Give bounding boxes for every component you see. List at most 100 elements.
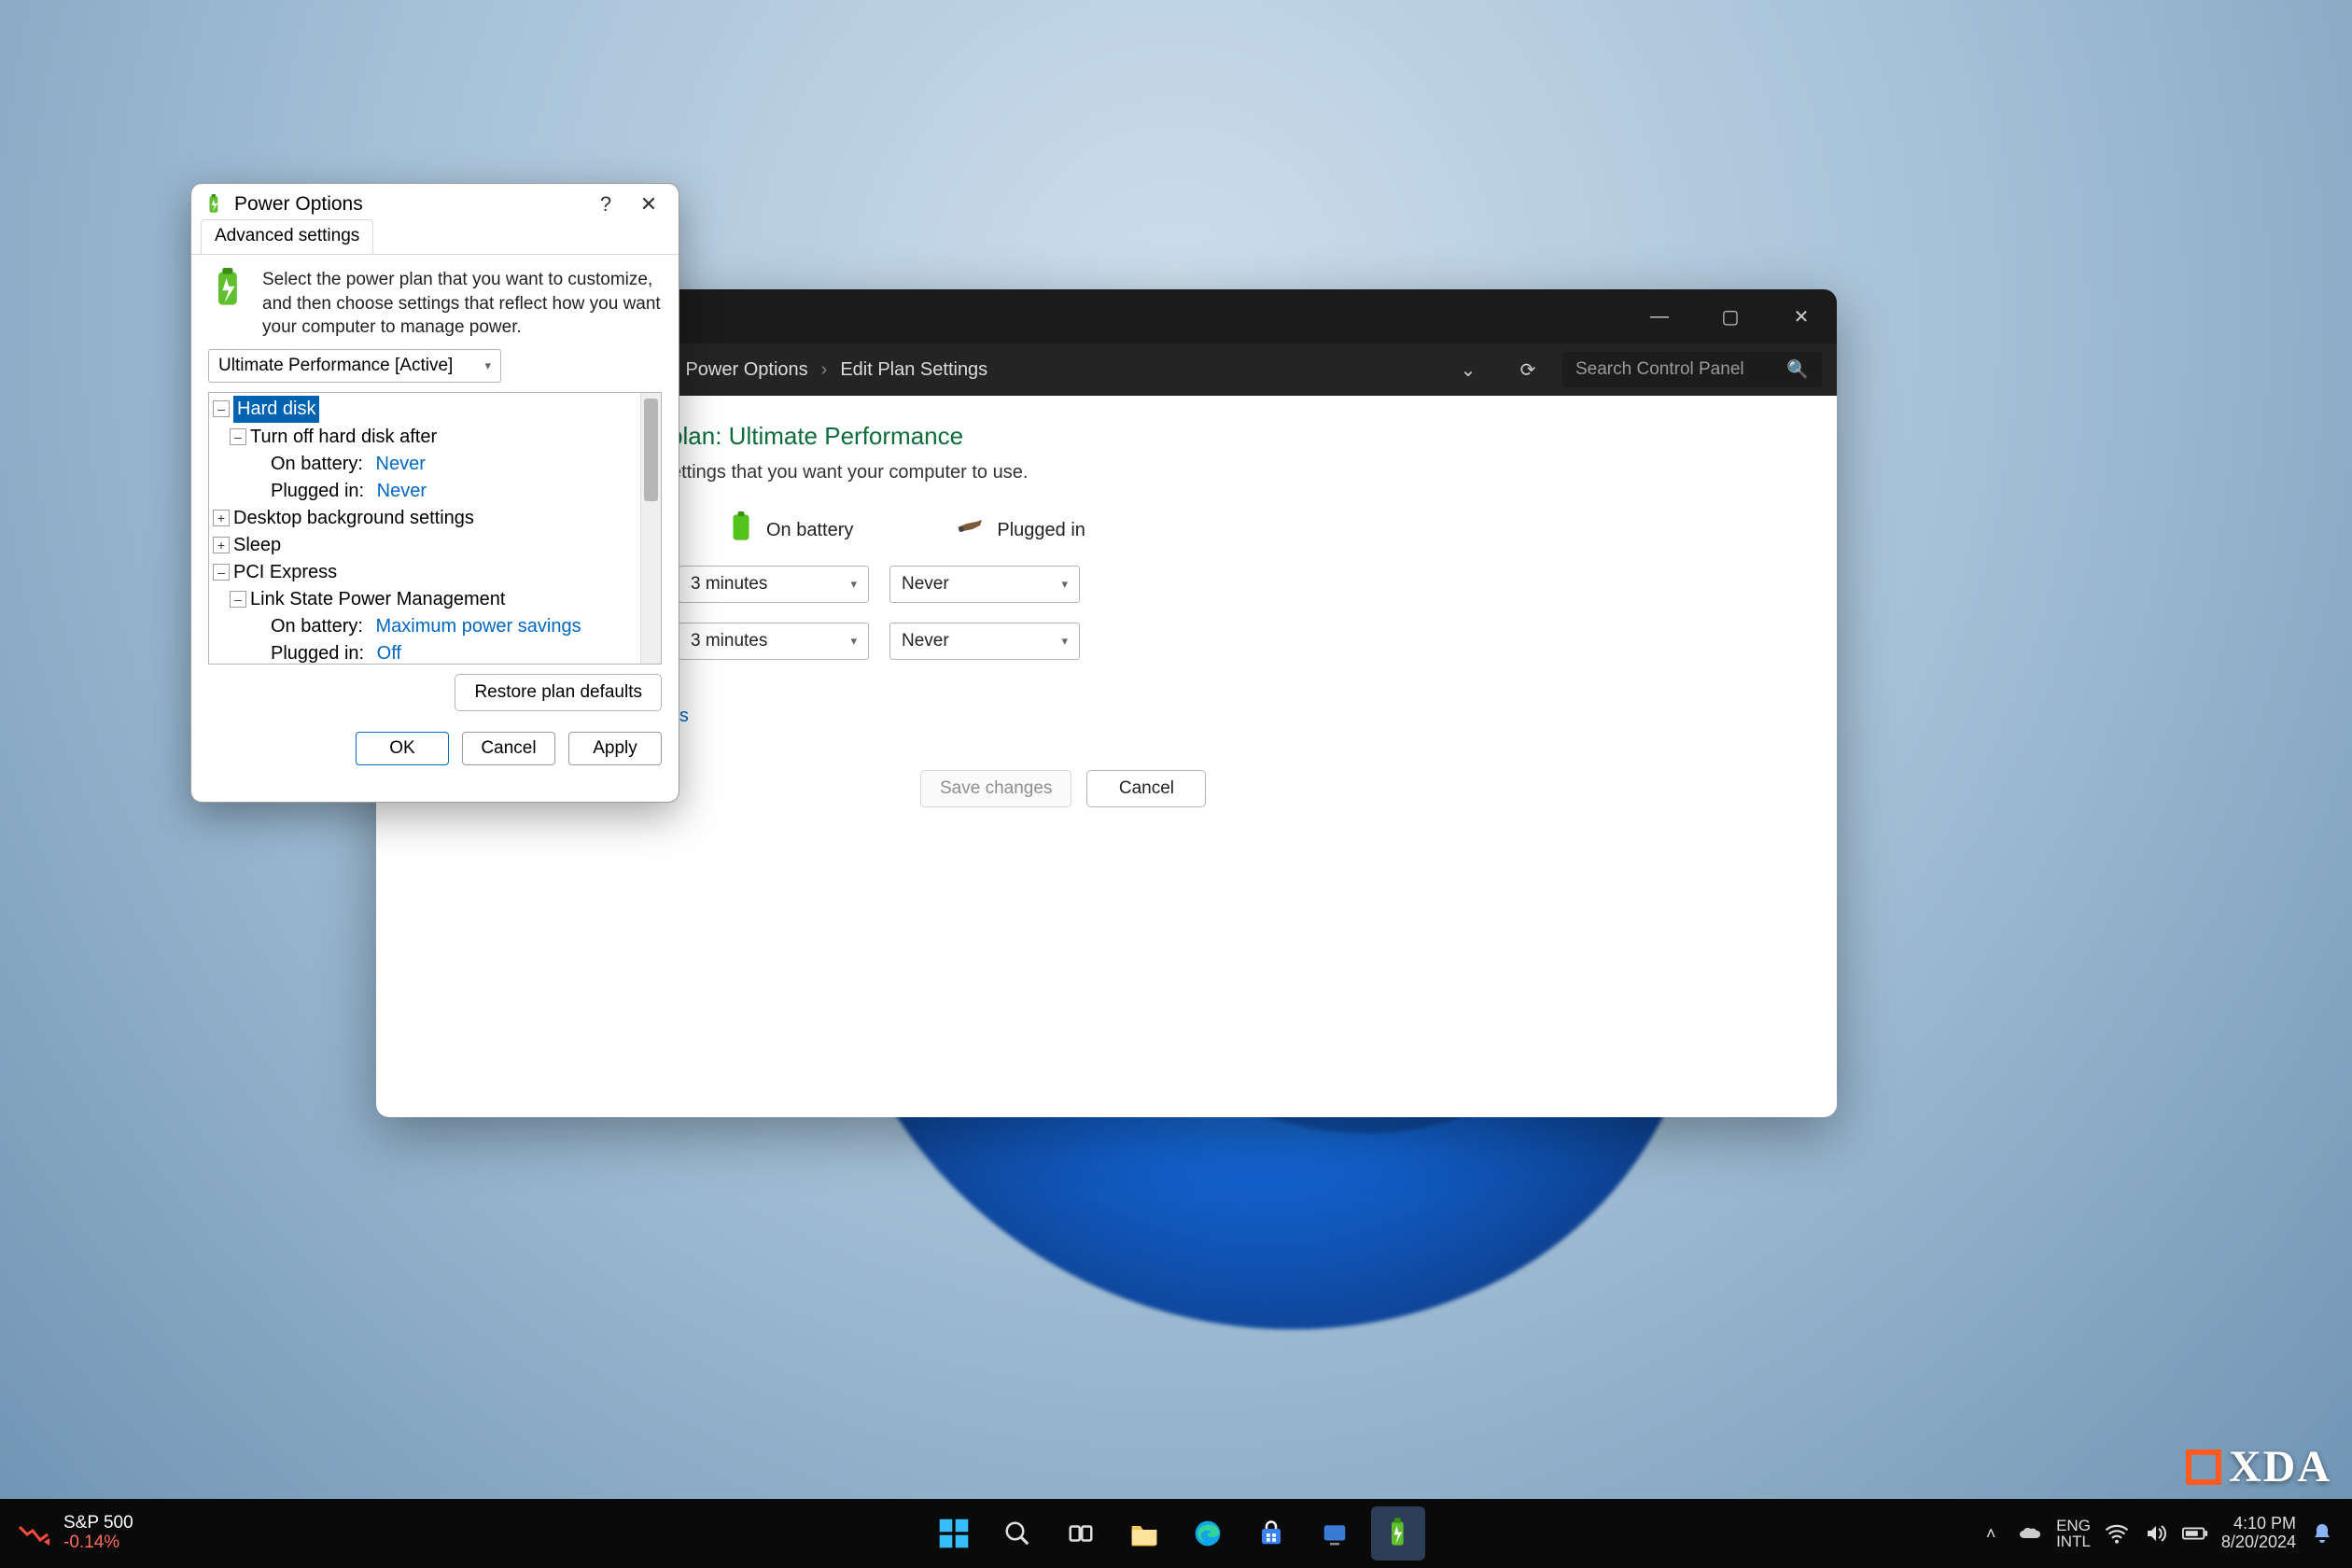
tree-value[interactable]: Off [377,641,401,664]
tree-label: PCI Express [233,560,337,585]
expand-icon[interactable]: + [213,537,230,553]
taskbar-store[interactable] [1244,1506,1298,1561]
tree-pci-express[interactable]: –PCI Express [209,559,640,586]
start-button[interactable] [927,1506,981,1561]
tray-volume-icon[interactable] [2143,1520,2169,1547]
tree-desktop-bg[interactable]: +Desktop background settings [209,505,640,532]
tree-turn-off-hard-disk[interactable]: –Turn off hard disk after [209,424,640,451]
tree-label: Hard disk [233,396,319,423]
button-row: Save changes Cancel [920,770,1801,807]
taskbar-explorer[interactable] [1117,1506,1171,1561]
taskbar-taskview[interactable] [1054,1506,1108,1561]
cp-search-box[interactable]: Search Control Panel 🔍 [1562,352,1822,387]
taskbar[interactable]: S&P 500 -0.14% ˄ EN [0,1499,2352,1568]
dialog-buttons: OK Cancel Apply [208,711,662,782]
tree-key: On battery: [271,614,363,639]
cancel-button[interactable]: Cancel [462,732,555,765]
scrollbar-thumb[interactable] [644,399,658,501]
tray-onedrive-icon[interactable] [2017,1520,2043,1547]
taskbar-center [927,1499,1425,1568]
tree-key: On battery: [271,452,363,477]
collapse-icon[interactable]: – [230,591,246,608]
tray-clock[interactable]: 4:10 PM 8/20/2024 [2221,1515,2296,1552]
plug-icon [956,518,984,542]
battery-icon [729,511,753,549]
stock-label: S&P 500 [63,1514,133,1533]
power-options-dialog: Power Options ? ✕ Advanced settings Sele… [190,183,679,803]
taskbar-settings[interactable] [1308,1506,1362,1561]
tree-sleep[interactable]: +Sleep [209,532,640,559]
breadcrumb-item[interactable]: Edit Plan Settings [840,359,987,381]
display-battery-dropdown[interactable]: 3 minutes▾ [679,566,869,603]
dialog-content: Select the power plan that you want to c… [191,255,679,802]
tray-wifi-icon[interactable] [2104,1520,2130,1547]
tree-view[interactable]: –Hard disk –Turn off hard disk after On … [209,393,640,664]
collapse-icon[interactable]: – [213,564,230,581]
tree-value[interactable]: Maximum power savings [376,614,581,639]
tree-on-battery[interactable]: On battery: Never [209,451,640,478]
tray-language[interactable]: ENG INTL [2056,1518,2091,1549]
tree-value[interactable]: Never [377,479,427,504]
tree-label: Sleep [233,533,281,558]
breadcrumb-item[interactable]: Power Options [685,359,807,381]
lang-secondary: INTL [2056,1533,2091,1549]
ok-button[interactable]: OK [356,732,449,765]
restore-defaults-button[interactable]: Restore plan defaults [455,674,662,711]
xda-watermark: XDA [2186,1445,2331,1490]
col-label: Plugged in [997,520,1085,541]
intro-text: Select the power plan that you want to c… [262,268,662,340]
address-history-dropdown[interactable]: ⌄ [1452,358,1484,382]
dialog-title: Power Options [234,193,580,216]
tree-label: Turn off hard disk after [250,425,437,450]
tree-scrollbar[interactable] [640,393,661,664]
col-plugged-in: Plugged in [956,518,1085,542]
taskbar-widget-stocks[interactable]: S&P 500 -0.14% [0,1514,133,1553]
xda-logo-text: XDA [2229,1445,2331,1490]
chevron-down-icon: ▾ [850,634,857,649]
tree-label: Link State Power Management [250,587,506,612]
chevron-down-icon: ▾ [1061,577,1068,592]
tree-key: Plugged in: [271,479,364,504]
expand-icon[interactable]: + [213,510,230,526]
tray-notifications-icon[interactable] [2309,1520,2335,1547]
tree-on-battery-pci[interactable]: On battery: Maximum power savings [209,613,640,640]
tree-value[interactable]: Never [376,452,426,477]
tab-advanced-settings[interactable]: Advanced settings [201,219,373,254]
lang-primary: ENG [2056,1518,2091,1533]
taskbar-power-options[interactable] [1371,1506,1425,1561]
dialog-tabstrip: Advanced settings [191,225,679,255]
stock-change: -0.14% [63,1533,133,1553]
display-plugged-dropdown[interactable]: Never▾ [889,566,1080,603]
tray-chevron-up-icon[interactable]: ˄ [1978,1520,2004,1547]
sleep-plugged-dropdown[interactable]: Never▾ [889,623,1080,660]
tree-hard-disk[interactable]: –Hard disk [209,395,640,424]
save-changes-button[interactable]: Save changes [920,770,1071,807]
tray-battery-icon[interactable] [2182,1520,2208,1547]
apply-button[interactable]: Apply [568,732,662,765]
xda-logo-square [2186,1449,2221,1485]
cp-maximize-button[interactable]: ▢ [1695,289,1766,343]
taskbar-search[interactable] [990,1506,1044,1561]
column-headers: On battery Plugged in [729,511,1801,549]
tree-label: Desktop background settings [233,506,474,531]
tree-link-state[interactable]: –Link State Power Management [209,586,640,613]
cp-minimize-button[interactable]: — [1624,289,1695,343]
selected-plan-label: Ultimate Performance [Active] [218,356,453,376]
col-label: On battery [766,520,853,541]
dialog-close-button[interactable]: ✕ [632,192,665,217]
cancel-button[interactable]: Cancel [1086,770,1206,807]
refresh-button[interactable]: ⟳ [1512,358,1544,382]
tree-plugged-in[interactable]: Plugged in: Never [209,478,640,505]
col-on-battery: On battery [729,511,853,549]
power-options-icon [204,194,225,215]
taskbar-edge[interactable] [1181,1506,1235,1561]
search-placeholder: Search Control Panel [1575,359,1744,380]
collapse-icon[interactable]: – [230,428,246,445]
cp-close-button[interactable]: ✕ [1766,289,1837,343]
dialog-help-button[interactable]: ? [589,192,623,217]
collapse-icon[interactable]: – [213,400,230,417]
power-plan-select[interactable]: Ultimate Performance [Active] ▾ [208,349,501,383]
sleep-battery-dropdown[interactable]: 3 minutes▾ [679,623,869,660]
dialog-intro: Select the power plan that you want to c… [208,268,662,340]
tree-plugged-in-pci[interactable]: Plugged in: Off [209,640,640,664]
